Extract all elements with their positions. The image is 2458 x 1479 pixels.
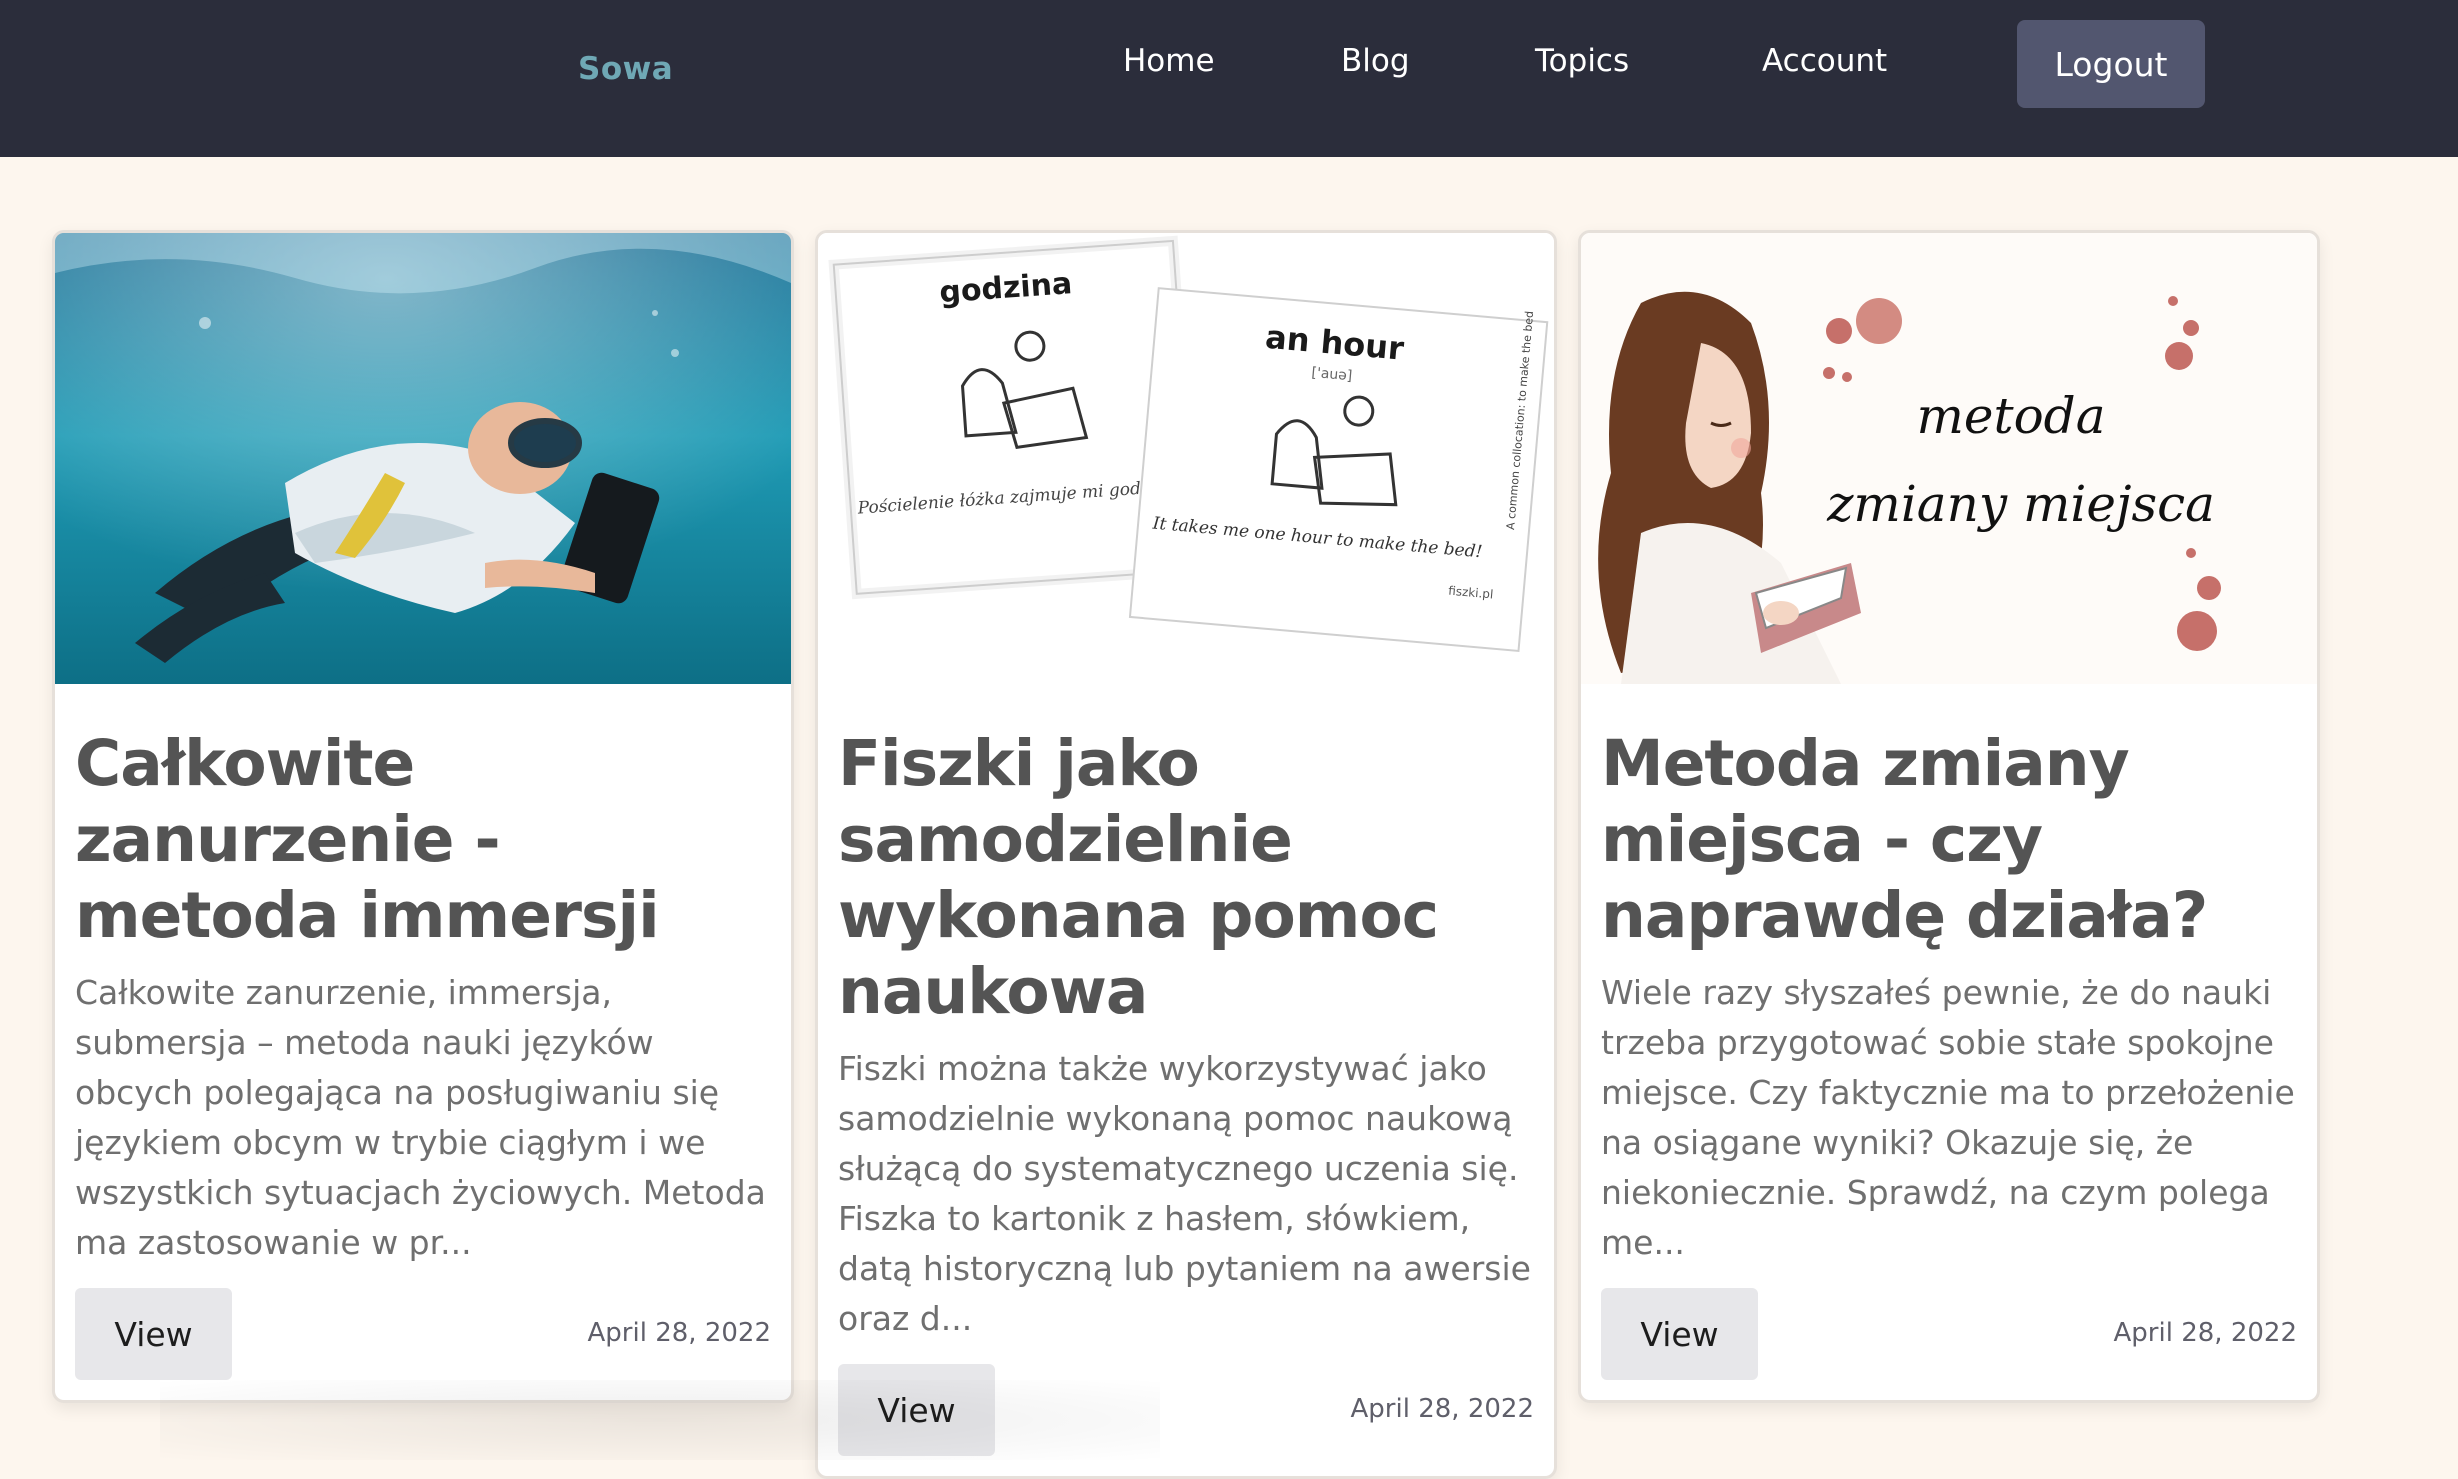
- post-image-reading-girl[interactable]: metoda zmiany miejsca: [1581, 233, 2317, 684]
- background-shadow: [160, 1380, 1160, 1460]
- post-title[interactable]: Fiszki jako samodzielnie wykonana pomoc …: [838, 684, 1534, 1030]
- post-footer: View April 28, 2022: [1601, 1288, 2297, 1380]
- underwater-illustration: [55, 233, 791, 684]
- post-card-flashcards: godzina Pościelenie łóżka zajmuje mi god…: [815, 230, 1557, 1479]
- image-text-line2: zmiany miejsca: [1826, 475, 2215, 533]
- image-text-line1: metoda: [1916, 387, 2105, 445]
- post-excerpt: Całkowite zanurzenie, immersja, submersj…: [75, 973, 766, 1262]
- post-date: April 28, 2022: [1350, 1394, 1534, 1424]
- logout-button[interactable]: Logout: [2017, 20, 2205, 108]
- post-date: April 28, 2022: [587, 1318, 771, 1348]
- post-title[interactable]: Całkowite zanurzenie - metoda immersji: [75, 684, 771, 954]
- post-footer: View April 28, 2022: [75, 1288, 771, 1380]
- post-image-underwater[interactable]: [55, 233, 791, 684]
- reading-girl-illustration: metoda zmiany miejsca: [1598, 291, 2221, 684]
- post-excerpt: Fiszki można także wykorzystywać jako sa…: [838, 1049, 1531, 1338]
- post-image-flashcards[interactable]: godzina Pościelenie łóżka zajmuje mi god…: [818, 233, 1554, 684]
- nav-home[interactable]: Home: [1123, 40, 1215, 82]
- post-excerpt: Wiele razy słyszałeś pewnie, że do nauki…: [1601, 973, 2295, 1262]
- top-navbar: Sowa Home Blog Topics Account Logout: [0, 0, 2458, 157]
- nav-blog[interactable]: Blog: [1341, 40, 1410, 82]
- post-title[interactable]: Metoda zmiany miejsca - czy naprawdę dzi…: [1601, 684, 2297, 954]
- brand-logo[interactable]: Sowa: [578, 51, 673, 87]
- flashcards-illustration: godzina Pościelenie łóżka zajmuje mi god…: [828, 235, 1549, 653]
- post-date: April 28, 2022: [2113, 1318, 2297, 1348]
- post-card-immersion: Całkowite zanurzenie - metoda immersji C…: [52, 230, 794, 1403]
- nav-topics[interactable]: Topics: [1535, 40, 1629, 82]
- post-card-place-change: metoda zmiany miejsca Metoda zmiany miej…: [1578, 230, 2320, 1403]
- view-button[interactable]: View: [75, 1288, 232, 1380]
- view-button[interactable]: View: [1601, 1288, 1758, 1380]
- nav-account[interactable]: Account: [1762, 40, 1887, 82]
